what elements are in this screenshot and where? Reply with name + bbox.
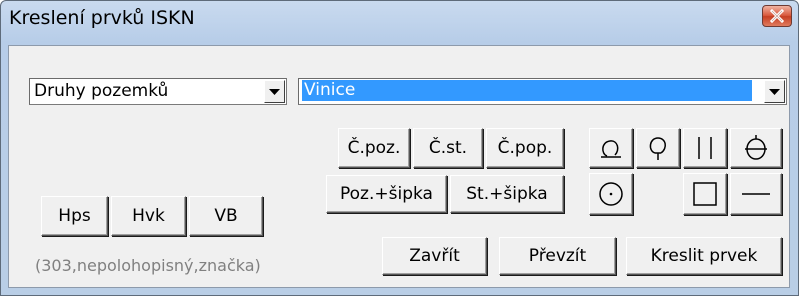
close-button[interactable]	[762, 5, 792, 27]
crossed-circle-button[interactable]	[730, 128, 782, 168]
poz-sipka-button[interactable]: Poz.+šipka	[326, 175, 447, 213]
double-line-button[interactable]	[683, 128, 727, 168]
close-dialog-button[interactable]: Zavřít	[382, 237, 487, 275]
element-info-label: (303,nepolohopisný,značka)	[35, 256, 261, 275]
hps-button[interactable]: Hps	[41, 196, 108, 236]
double-vertical-line-icon	[698, 137, 712, 159]
value-dropdown-button[interactable]	[764, 80, 785, 103]
square-button[interactable]	[683, 173, 727, 215]
vb-button[interactable]: VB	[189, 196, 263, 236]
loop-down-button[interactable]	[589, 128, 633, 168]
horizontal-line-icon	[742, 193, 770, 195]
c-poz-button[interactable]: Č.poz.	[338, 128, 410, 168]
category-dropdown-button[interactable]	[264, 80, 285, 103]
circle-dot-button[interactable]	[589, 173, 633, 215]
loop-up-line-icon	[649, 137, 666, 160]
take-over-button[interactable]: Převzít	[499, 237, 616, 275]
chevron-down-icon	[269, 89, 280, 95]
category-combobox[interactable]: Druhy pozemků	[29, 78, 287, 105]
title-bar[interactable]: Kreslení prvků ISKN	[1, 1, 798, 41]
close-icon	[770, 9, 784, 23]
line-button[interactable]	[730, 173, 782, 215]
category-combobox-value: Druhy pozemků	[34, 81, 169, 101]
st-sipka-button[interactable]: St.+šipka	[450, 175, 564, 213]
loop-down-line-icon	[601, 140, 621, 158]
loop-up-button[interactable]	[636, 128, 680, 168]
dialog-window: Kreslení prvků ISKN Druhy pozemků Vinice…	[0, 0, 799, 296]
c-pop-button[interactable]: Č.pop.	[486, 128, 564, 168]
value-combobox[interactable]: Vinice	[298, 78, 787, 105]
draw-element-button[interactable]: Kreslit prvek	[626, 237, 782, 275]
c-st-button[interactable]: Č.st.	[413, 128, 483, 168]
circle-crossed-icon	[745, 135, 767, 160]
chevron-down-icon	[769, 89, 780, 95]
circle-dot-icon	[599, 182, 623, 206]
hvk-button[interactable]: Hvk	[111, 196, 186, 236]
value-combobox-value: Vinice	[302, 80, 752, 101]
square-icon	[693, 182, 717, 206]
window-title: Kreslení prvků ISKN	[9, 7, 195, 29]
